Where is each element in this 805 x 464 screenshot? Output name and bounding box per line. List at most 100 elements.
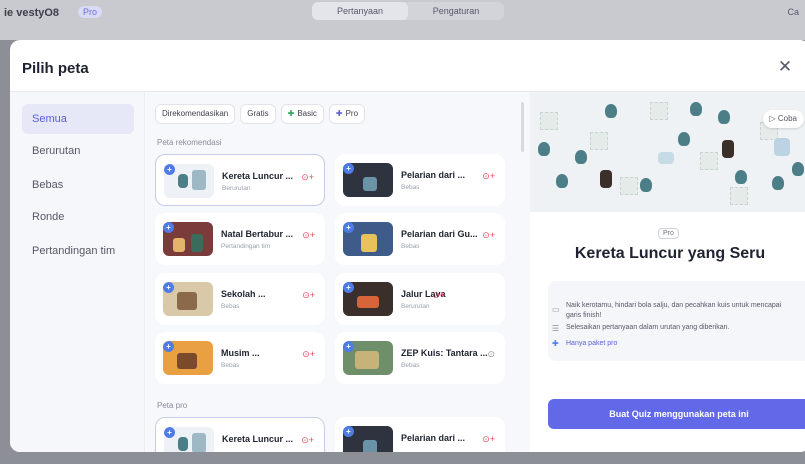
filter-basic[interactable]: ✚ Basic xyxy=(280,104,324,124)
map-mode: Bebas xyxy=(401,243,420,250)
try-map-label: Coba xyxy=(777,114,797,123)
info-icon: ⊙ xyxy=(487,349,495,359)
map-rule: Selesaikan pertanyaan dalam urutan yang … xyxy=(566,324,730,331)
map-title: Natal Bertabur ... xyxy=(221,229,294,239)
map-mode: Bebas xyxy=(221,303,240,310)
pro-only-note: Hanya paket pro xyxy=(566,340,618,347)
map-card-pelarian-dari-gu[interactable]: + Pelarian dari Gu... Bebas ⊙+ xyxy=(335,213,505,265)
scrollbar[interactable] xyxy=(521,102,524,152)
section-label-pro: Peta pro xyxy=(157,401,188,410)
map-card-jalur-lava[interactable]: + Jalur Lava Berurutan ⊙+ xyxy=(335,273,505,325)
map-thumbnail: + xyxy=(164,427,214,452)
sidebar-item-pertandingan-tim[interactable]: Pertandingan tim xyxy=(22,236,134,266)
map-thumbnail: + xyxy=(343,282,393,316)
list-icon: ☰ xyxy=(552,324,560,333)
selected-map-title: Kereta Luncur yang Seru xyxy=(574,245,766,262)
plus-icon: + xyxy=(343,222,354,233)
map-info-box: ▭ Naik kerotamu, hindari bola salju, dan… xyxy=(548,281,805,361)
map-thumbnail: + xyxy=(163,282,213,316)
plus-icon: + xyxy=(343,426,354,437)
section-label-recommended: Peta rekomendasi xyxy=(157,138,222,147)
map-mode: Pertandingan tim xyxy=(221,243,271,250)
plus-icon: + xyxy=(163,282,174,293)
background-tab-questions: Pertanyaan xyxy=(312,2,408,20)
plus-icon: + xyxy=(163,222,174,233)
map-title: Kereta Luncur ... xyxy=(222,434,294,444)
background-pro-badge: Pro xyxy=(78,6,103,18)
close-icon[interactable]: ✕ xyxy=(776,58,794,76)
plus-icon: + xyxy=(163,341,174,352)
plus-icon: ✚ xyxy=(552,339,559,348)
sidebar-item-semua[interactable]: Semua xyxy=(22,104,134,134)
background-tabs: Pertanyaan Pengaturan xyxy=(312,2,504,20)
filter-pro-label: Pro xyxy=(345,109,359,118)
background-tab-settings: Pengaturan xyxy=(432,6,480,16)
map-title: Kereta Luncur ... xyxy=(222,171,294,181)
create-quiz-button[interactable]: Buat Quiz menggunakan peta ini xyxy=(548,399,805,429)
pro-badge-icon: ⊙+ xyxy=(482,230,495,240)
map-title: Pelarian dari Gu... xyxy=(401,229,478,239)
filter-chips: Direkomendasikan Gratis ✚ Basic ✚ Pro xyxy=(155,104,366,124)
filter-pro[interactable]: ✚ Pro xyxy=(328,104,366,124)
map-mode: Bebas xyxy=(401,184,420,191)
plus-icon: + xyxy=(164,164,175,175)
background-right-label: Ca xyxy=(787,7,799,17)
map-card-pelarian-dari-pro[interactable]: + Pelarian dari ... ⊙+ xyxy=(335,417,505,452)
chat-icon: ▭ xyxy=(552,305,560,314)
sidebar-item-ronde[interactable]: Ronde xyxy=(22,202,134,232)
map-thumbnail: + xyxy=(343,163,393,197)
map-mode: Bebas xyxy=(401,362,420,369)
pro-badge-icon: ⊙+ xyxy=(482,434,495,444)
filter-free-label: Gratis xyxy=(247,109,269,118)
pro-badge-icon: ⊙+ xyxy=(302,230,315,240)
map-card-sekolah[interactable]: + Sekolah ... Bebas ⊙+ xyxy=(155,273,325,325)
map-thumbnail: + xyxy=(164,164,214,198)
map-title: Pelarian dari ... xyxy=(401,433,466,443)
map-thumbnail: + xyxy=(343,222,393,256)
choose-map-modal: Pilih peta ✕ Semua Berurutan Bebas Ronde… xyxy=(10,40,805,452)
filter-basic-label: Basic xyxy=(297,109,317,118)
pro-badge-icon: ⊙+ xyxy=(302,290,315,300)
map-card-zep-kuis[interactable]: + ZEP Kuis: Tantara ... Bebas ⊙ xyxy=(335,332,505,384)
map-thumbnail: + xyxy=(163,222,213,256)
plus-icon: + xyxy=(164,427,175,438)
map-mode: Berurutan xyxy=(222,185,251,192)
map-card-kereta-luncur[interactable]: + Kereta Luncur ... Berurutan ⊙+ xyxy=(155,154,325,206)
map-title: Sekolah ... xyxy=(221,289,266,299)
try-map-button[interactable]: ▷ Coba xyxy=(762,110,804,128)
pro-badge-icon: ⊙+ xyxy=(432,290,445,300)
map-preview-image: ▷ Coba xyxy=(530,92,805,212)
map-thumbnail: + xyxy=(343,341,393,375)
map-description: Naik kerotamu, hindari bola salju, dan p… xyxy=(566,302,782,319)
filter-recommended-label: Direkomendasikan xyxy=(162,109,229,118)
map-list: Direkomendasikan Gratis ✚ Basic ✚ Pro Peta… xyxy=(145,92,530,452)
map-title: Musim ... xyxy=(221,348,260,358)
pro-badge-icon: ⊙+ xyxy=(302,349,315,359)
filter-free[interactable]: Gratis xyxy=(240,104,276,124)
sidebar-item-bebas[interactable]: Bebas xyxy=(22,170,134,200)
pro-badge-icon: ⊙+ xyxy=(482,171,495,181)
pro-badge-icon: ⊙+ xyxy=(301,435,314,445)
map-title: Pelarian dari ... xyxy=(401,170,466,180)
plus-icon: + xyxy=(343,163,354,174)
map-card-natal-bertabur[interactable]: + Natal Bertabur ... Pertandingan tim ⊙+ xyxy=(155,213,325,265)
map-detail-panel: ▷ Coba Pro Kereta Luncur yang Seru ▭ Nai… xyxy=(530,92,805,452)
background-app-bar: ie vestyO8 Pro Pertanyaan Pengaturan Ca xyxy=(0,0,805,40)
modal-title: Pilih peta xyxy=(22,60,89,77)
map-card-musim[interactable]: + Musim ... Bebas ⊙+ xyxy=(155,332,325,384)
map-title: ZEP Kuis: Tantara ... xyxy=(401,348,488,358)
map-card-pelarian-dari[interactable]: + Pelarian dari ... Bebas ⊙+ xyxy=(335,154,505,206)
map-thumbnail: + xyxy=(343,426,393,452)
pro-badge: Pro xyxy=(658,228,679,239)
map-thumbnail: + xyxy=(163,341,213,375)
plus-icon: + xyxy=(343,282,354,293)
pro-badge-icon: ⊙+ xyxy=(301,172,314,182)
map-mode: Berurutan xyxy=(401,303,430,310)
filter-recommended[interactable]: Direkomendasikan xyxy=(155,104,236,124)
plus-icon: ✚ xyxy=(335,109,343,118)
map-card-kereta-luncur-pro[interactable]: + Kereta Luncur ... ⊙+ xyxy=(155,417,325,452)
modal-header: Pilih peta ✕ xyxy=(10,40,805,92)
category-sidebar: Semua Berurutan Bebas Ronde Pertandingan… xyxy=(10,92,145,452)
sidebar-item-berurutan[interactable]: Berurutan xyxy=(22,136,134,166)
map-mode: Bebas xyxy=(221,362,240,369)
